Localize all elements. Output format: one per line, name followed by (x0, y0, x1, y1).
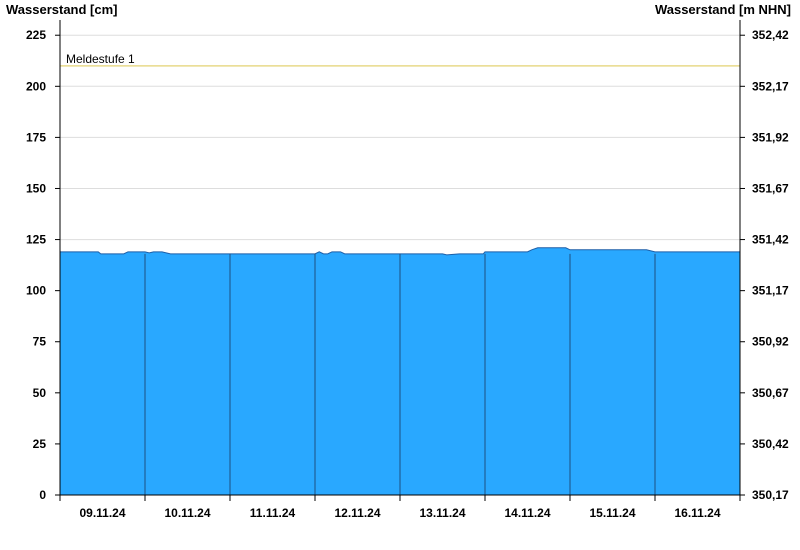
right-tick-label: 351,42 (752, 233, 789, 247)
x-tick-label: 10.11.24 (164, 506, 210, 520)
x-tick-label: 09.11.24 (79, 506, 125, 520)
right-tick-label: 350,67 (752, 386, 789, 400)
x-tick-label: 11.11.24 (250, 506, 296, 520)
left-tick-label: 50 (33, 386, 47, 400)
right-tick-label: 352,42 (752, 28, 789, 42)
x-tick-label: 15.11.24 (589, 506, 635, 520)
right-tick-label: 350,42 (752, 437, 789, 451)
right-tick-labels: 350,17 350,42 350,67 350,92 351,17 351,42 351,… (740, 28, 789, 502)
left-tick-label: 75 (33, 335, 47, 349)
left-tick-labels: 0 25 50 75 100 125 150 175 200 225 (26, 28, 60, 502)
right-axis-title: Wasserstand [m NHN] (655, 2, 791, 17)
left-tick-label: 175 (26, 130, 46, 144)
right-tick-label: 351,17 (752, 284, 789, 298)
left-tick-label: 150 (26, 181, 46, 195)
right-tick-label: 350,92 (752, 335, 789, 349)
right-tick-label: 351,67 (752, 181, 789, 195)
right-tick-label: 350,17 (752, 488, 789, 502)
right-tick-label: 351,92 (752, 130, 789, 144)
left-axis-title: Wasserstand [cm] (6, 2, 118, 17)
left-tick-label: 25 (33, 437, 47, 451)
x-tick-labels: 09.11.24 10.11.24 11.11.24 12.11.24 13.11.24… (59, 495, 741, 520)
x-tick-label: 13.11.24 (419, 506, 465, 520)
x-tick-label: 12.11.24 (334, 506, 380, 520)
threshold-label: Meldestufe 1 (66, 52, 135, 66)
left-tick-label: 0 (39, 488, 46, 502)
left-tick-label: 200 (26, 79, 46, 93)
x-tick-label: 14.11.24 (504, 506, 550, 520)
water-level-chart: Meldestufe 1 0 25 50 75 100 125 150 175 200 225 3… (6, 2, 791, 520)
x-tick-label: 16.11.24 (674, 506, 720, 520)
left-tick-label: 100 (26, 284, 46, 298)
left-tick-label: 225 (26, 28, 46, 42)
right-tick-label: 352,17 (752, 79, 789, 93)
left-tick-label: 125 (26, 233, 46, 247)
